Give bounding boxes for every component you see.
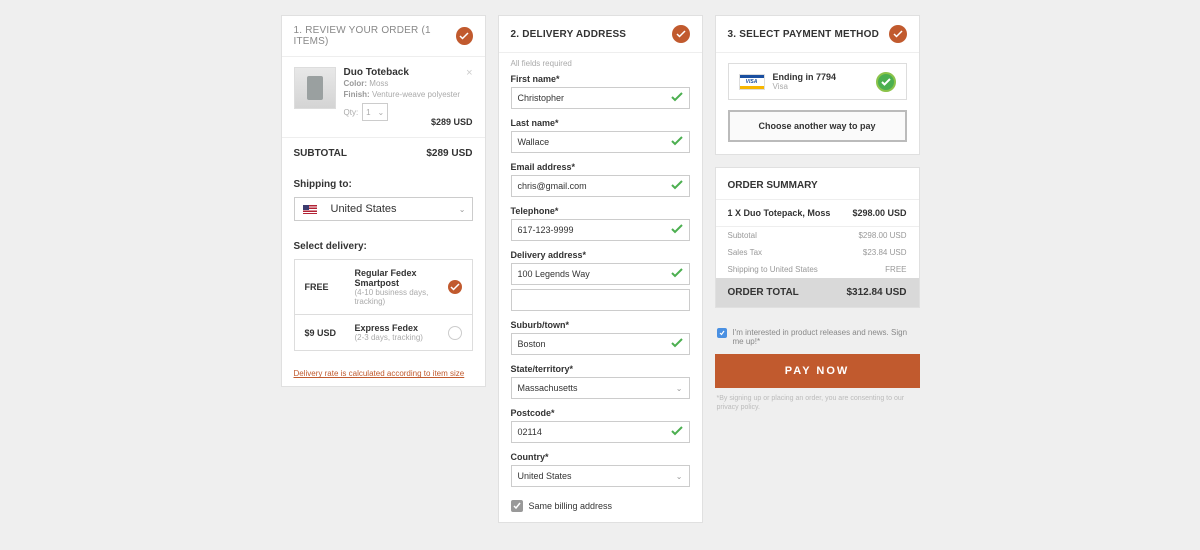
required-hint: All fields required: [499, 53, 702, 74]
item-price: $289 USD: [431, 117, 473, 127]
valid-icon: [671, 223, 683, 237]
cart-item: Duo Toteback Color: Moss Finish: Venture…: [294, 67, 473, 127]
shipping-to-label: Shipping to:: [294, 179, 473, 190]
review-order-panel: 1. REVIEW YOUR ORDER (1 ITEMS) Duo Toteb…: [281, 15, 486, 387]
valid-icon: [671, 135, 683, 149]
address1-input[interactable]: 100 Legends Way: [511, 263, 690, 285]
order-summary-panel: ORDER SUMMARY 1 X Duo Totepack, Moss$298…: [715, 167, 920, 308]
subtotal-row: SUBTOTAL$289 USD: [282, 137, 485, 169]
delivery-address-panel: 2. DELIVERY ADDRESS All fields required …: [498, 15, 703, 523]
lastname-input[interactable]: Wallace: [511, 131, 690, 153]
phone-input[interactable]: 617-123-9999: [511, 219, 690, 241]
valid-icon: [671, 267, 683, 281]
chevron-down-icon: ⌄: [676, 384, 683, 393]
payment-method-panel: 3. SELECT PAYMENT METHOD VISA Ending in …: [715, 15, 920, 155]
select-delivery-label: Select delivery:: [294, 241, 473, 252]
qty-select[interactable]: 1⌄: [362, 103, 388, 121]
visa-icon: VISA: [739, 74, 765, 90]
order-total: ORDER TOTAL$312.84 USD: [716, 278, 919, 307]
product-name: Duo Toteback: [344, 67, 461, 78]
chevron-down-icon: ⌄: [459, 205, 466, 214]
check-badge-icon: [672, 25, 690, 43]
check-badge-icon: [456, 27, 473, 45]
delivery-option[interactable]: $9 USD Express Fedex(2-3 days, tracking): [294, 315, 473, 351]
checkbox-checked-icon: [511, 500, 523, 512]
summary-row: Shipping to United StatesFREE: [716, 261, 919, 278]
chevron-down-icon: ⌄: [676, 472, 683, 481]
saved-card[interactable]: VISA Ending in 7794Visa: [728, 63, 907, 100]
pay-now-button[interactable]: PAY NOW: [715, 354, 920, 388]
newsletter-optin-checkbox[interactable]: I'm interested in product releases and n…: [715, 320, 920, 354]
summary-lineitem: 1 X Duo Totepack, Moss$298.00 USD: [716, 200, 919, 227]
summary-title: ORDER SUMMARY: [716, 168, 919, 200]
card-selected-icon: [876, 72, 896, 92]
remove-item-button[interactable]: ×: [466, 67, 472, 79]
payment-title: 3. SELECT PAYMENT METHOD: [728, 29, 880, 40]
valid-icon: [671, 91, 683, 105]
check-badge-icon: [889, 25, 907, 43]
summary-row: Sales Tax$23.84 USD: [716, 244, 919, 261]
flag-icon: [303, 205, 317, 214]
same-billing-checkbox[interactable]: Same billing address: [499, 496, 702, 522]
postcode-input[interactable]: 02114: [511, 421, 690, 443]
chevron-down-icon: ⌄: [377, 108, 384, 117]
delivery-option[interactable]: FREE Regular Fedex Smartpost(4-10 busine…: [294, 259, 473, 315]
choose-other-payment-button[interactable]: Choose another way to pay: [728, 110, 907, 142]
suburb-input[interactable]: Boston: [511, 333, 690, 355]
review-title: 1. REVIEW YOUR ORDER (1 ITEMS): [294, 25, 456, 47]
address2-input[interactable]: [511, 289, 690, 311]
summary-row: Subtotal$298.00 USD: [716, 227, 919, 244]
selected-radio-icon: [448, 280, 462, 294]
delivery-rate-note[interactable]: Delivery rate is calculated according to…: [282, 361, 485, 386]
checkbox-checked-icon: [717, 328, 727, 338]
state-select[interactable]: Massachusetts⌄: [511, 377, 690, 399]
legal-text: *By signing up or placing an order, you …: [715, 388, 920, 418]
valid-icon: [671, 425, 683, 439]
email-input[interactable]: chris@gmail.com: [511, 175, 690, 197]
country-select[interactable]: United States⌄: [511, 465, 690, 487]
valid-icon: [671, 179, 683, 193]
product-thumbnail: [294, 67, 336, 109]
firstname-input[interactable]: Christopher: [511, 87, 690, 109]
delivery-title: 2. DELIVERY ADDRESS: [511, 29, 627, 40]
unselected-radio-icon: [448, 326, 462, 340]
valid-icon: [671, 337, 683, 351]
shipping-country-select[interactable]: United States ⌄: [294, 197, 473, 221]
